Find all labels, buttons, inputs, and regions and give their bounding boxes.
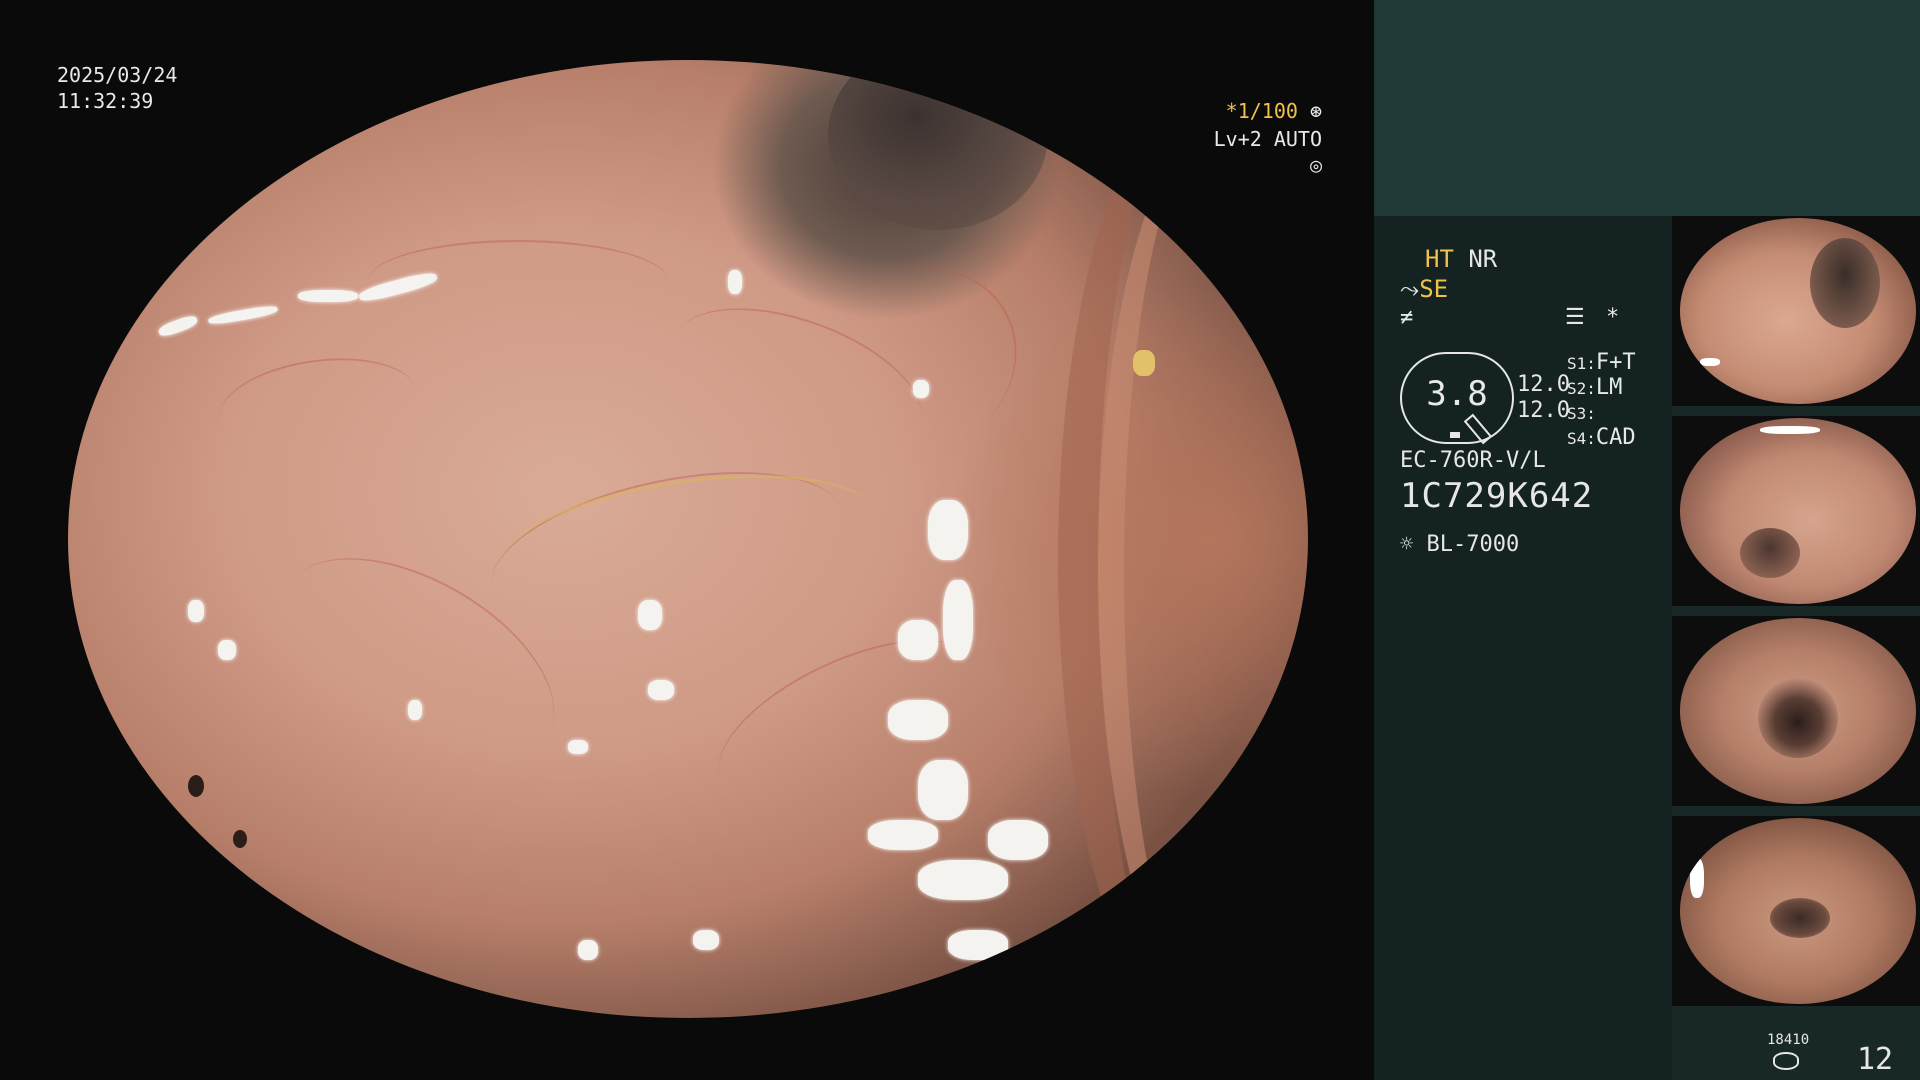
shutter-readout: *1/100 ⊛ xyxy=(1210,98,1322,124)
exposure-level-readout: Lv+2 AUTO ◎ xyxy=(1195,126,1322,178)
ht-label: HT xyxy=(1425,245,1454,273)
gauge-needle-icon xyxy=(1463,413,1493,445)
thumbnail-image xyxy=(1680,818,1916,1004)
image-count-small: 18410 xyxy=(1767,1032,1810,1048)
slot-value: F+T xyxy=(1595,350,1636,375)
nr-label: NR xyxy=(1468,245,1498,273)
slot-s4: S4:CAD xyxy=(1567,425,1636,450)
sun-icon: ☼ xyxy=(1400,532,1414,557)
shutter-value: *1/100 xyxy=(1225,99,1298,123)
slot-key: S2 xyxy=(1567,379,1587,398)
menu-icons: ☰ * xyxy=(1565,305,1619,330)
light-source-label: BL-7000 xyxy=(1426,532,1520,557)
time-text: 11:32:39 xyxy=(57,89,154,113)
value-a: 12.0 xyxy=(1517,372,1570,397)
info-panel-header xyxy=(1374,0,1920,216)
slot-value: CAD xyxy=(1595,425,1636,450)
value-b: 12.0 xyxy=(1517,398,1570,423)
slot-key: S3 xyxy=(1567,404,1587,423)
structure-enhance-icon: ⤳ xyxy=(1400,275,1420,303)
date-time-readout: 2025/03/24 11:32:39 xyxy=(57,62,177,114)
capture-thumbnail-3[interactable] xyxy=(1672,616,1920,806)
thumbnail-image xyxy=(1680,218,1916,404)
slot-s3: S3: xyxy=(1567,404,1596,423)
slot-key: S1 xyxy=(1567,354,1587,373)
serial-number: 1C729K642 xyxy=(1400,476,1594,516)
thumbnail-image xyxy=(1680,418,1916,604)
capture-thumbnail-1[interactable] xyxy=(1672,216,1920,406)
auto-exposure-icon: ◎ xyxy=(1309,153,1322,177)
endoscope-live-image xyxy=(68,60,1308,1018)
thumbnail-image xyxy=(1680,618,1916,804)
image-mode-row: HT NR xyxy=(1425,245,1497,273)
date-text: 2025/03/24 xyxy=(57,63,178,87)
light-source-row: ☼ BL-7000 xyxy=(1400,532,1519,557)
endoscope-main-view: 2025/03/24 11:32:39 *1/100 ⊛ Lv+2 AUTO ◎ xyxy=(0,0,1372,1080)
se-label: SE xyxy=(1419,275,1449,303)
level-text: Lv+2 AUTO xyxy=(1213,127,1322,151)
slot-s2: S2:LM xyxy=(1567,375,1623,400)
menu-list-icon: ☰ xyxy=(1565,305,1585,330)
info-panel-settings-area xyxy=(1374,216,1672,1080)
capture-thumbnail-2[interactable] xyxy=(1672,416,1920,606)
slot-s1: S1:F+T xyxy=(1567,350,1636,375)
asterisk-mark: * xyxy=(1605,305,1620,330)
gauge-mark xyxy=(1450,432,1460,438)
storage-disk-icon xyxy=(1773,1052,1799,1070)
gauge-value: 3.8 xyxy=(1426,374,1488,414)
slot-key: S4 xyxy=(1567,429,1587,448)
structure-enhance-row: ⤳SE xyxy=(1400,275,1448,303)
zoom-gauge: 3.8 xyxy=(1400,352,1514,445)
aperture-icon: ⊛ xyxy=(1309,99,1322,123)
frequency-icon: ≠ xyxy=(1400,305,1414,330)
slot-value: LM xyxy=(1595,375,1623,400)
image-count-big: 12 xyxy=(1857,1042,1894,1077)
capture-thumbnail-4[interactable] xyxy=(1672,816,1920,1006)
scope-model: EC-760R-V/L xyxy=(1400,448,1546,473)
